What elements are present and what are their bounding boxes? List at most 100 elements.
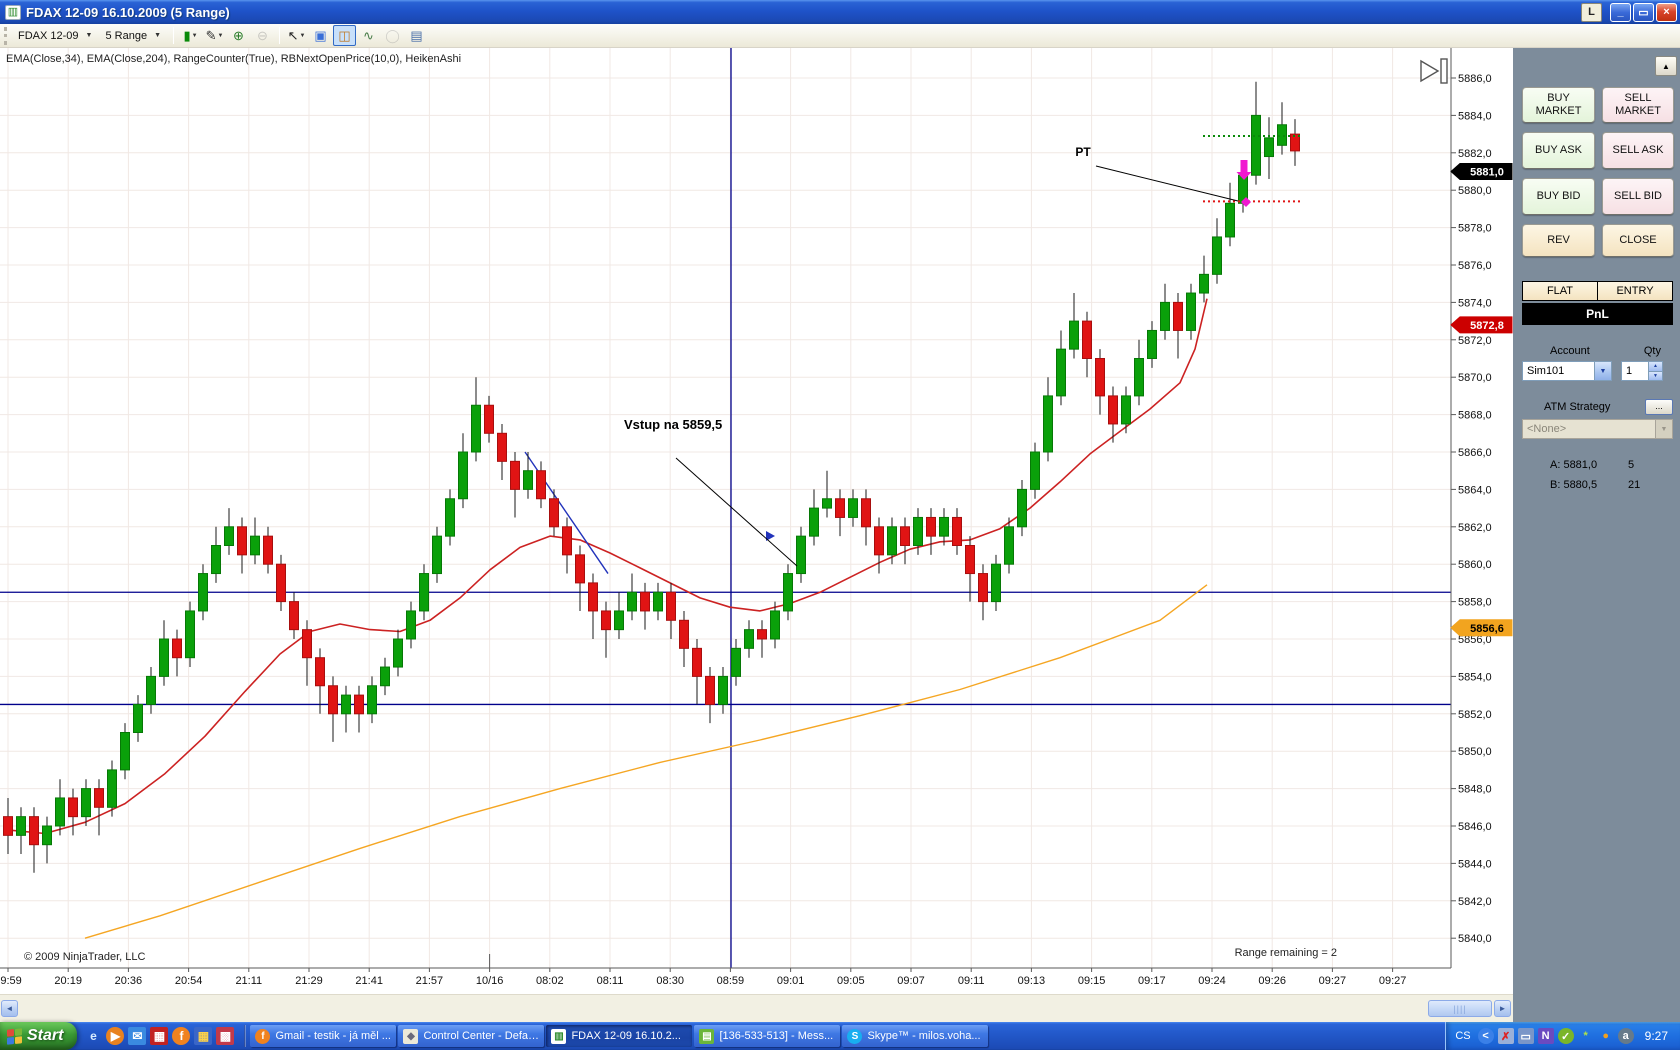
chart-style-icon[interactable]: ▮ ▼ xyxy=(179,25,202,46)
price-tag-label: 5856,6 xyxy=(1470,623,1504,635)
cursor-icon[interactable]: ↖ ▼ xyxy=(285,25,308,46)
entry-tab[interactable]: ENTRY xyxy=(1597,282,1672,300)
zoom-out-icon[interactable]: ⊖ xyxy=(251,25,274,46)
candle-down xyxy=(705,675,715,705)
candle-up xyxy=(458,451,468,500)
instrument-label: FDAX 12-09 xyxy=(18,29,79,42)
reload-icon[interactable]: ◯ xyxy=(381,25,404,46)
qty-value: 1 xyxy=(1626,365,1633,377)
scrollbar-thumb[interactable]: |||| xyxy=(1428,1000,1492,1017)
time-axis-label: 21:57 xyxy=(416,975,444,987)
minimize-button[interactable]: _ xyxy=(1610,2,1631,22)
buy-market-button[interactable]: BUY MARKET xyxy=(1522,87,1595,123)
reload-icon: ◯ xyxy=(385,27,400,43)
network-offline-icon[interactable]: ✗ xyxy=(1497,1028,1514,1044)
bid-row: B: 5880,5 21 xyxy=(1522,479,1673,491)
candle-up xyxy=(146,675,156,705)
sphere-icon[interactable]: a xyxy=(1617,1028,1634,1044)
time-axis-label: 09:27 xyxy=(1379,975,1407,987)
start-button[interactable]: Start xyxy=(0,1022,78,1050)
candle-down xyxy=(1095,358,1105,397)
scroll-left-button[interactable]: ◄ xyxy=(1,1000,18,1017)
data-box-icon[interactable]: ▣ xyxy=(309,25,332,46)
candle-up xyxy=(653,591,663,612)
candle-down xyxy=(640,591,650,612)
ie-icon[interactable]: e xyxy=(84,1027,102,1045)
toolbar-grip[interactable] xyxy=(4,26,7,45)
panel-scroll-up-button[interactable]: ▲ xyxy=(1655,56,1677,76)
candle-down xyxy=(497,432,507,462)
time-axis-label: 08:02 xyxy=(536,975,564,987)
restore-button[interactable]: ▭ xyxy=(1633,2,1654,22)
sell-ask-button[interactable]: SELL ASK xyxy=(1602,132,1674,169)
atm-strategy-row: ATM Strategy ... xyxy=(1522,399,1673,415)
time-axis-label: 08:59 xyxy=(717,975,745,987)
zoom-in-icon[interactable]: ⊕ xyxy=(227,25,250,46)
chart-trader-icon[interactable]: ◫ xyxy=(333,25,356,46)
green-star-icon[interactable]: * xyxy=(1578,1028,1594,1044)
task-label: Control Center - Default xyxy=(423,1030,540,1042)
candle-up xyxy=(224,526,234,546)
language-indicator[interactable]: CS xyxy=(1455,1030,1470,1042)
spin-down-icon[interactable]: ▼ xyxy=(1648,370,1662,380)
draw-tool-icon[interactable]: ✎ ▼ xyxy=(203,25,226,46)
candle-up xyxy=(809,507,819,537)
buy-bid-button[interactable]: BUY BID xyxy=(1522,178,1595,215)
save-icon[interactable]: ▦ xyxy=(150,1027,169,1045)
instrument-dropdown[interactable]: FDAX 12-09 ▼ xyxy=(13,27,99,45)
cz-app-icon[interactable]: ▩ xyxy=(216,1027,235,1045)
time-axis-label: 09:15 xyxy=(1078,975,1106,987)
chart-canvas[interactable]: PT Vstup na 5859,5 5886,0 5884,0 5882,0 5880,… xyxy=(0,48,1513,994)
reverse-button[interactable]: REV xyxy=(1522,224,1595,257)
draw-tool-icon: ✎ xyxy=(205,27,217,43)
candle-up xyxy=(1251,114,1261,176)
buy-ask-button[interactable]: BUY ASK xyxy=(1522,132,1595,169)
task-skype[interactable]: S Skype™ - milos.voha... xyxy=(842,1025,989,1047)
mini-chart-icon[interactable]: ∿ xyxy=(357,25,380,46)
copyright-label: © 2009 NinjaTrader, LLC xyxy=(24,951,145,963)
price-axis-label: 5858,0 xyxy=(1458,597,1492,609)
price-axis-label: 5874,0 xyxy=(1458,297,1492,309)
firefox-icon[interactable]: f xyxy=(172,1027,191,1045)
shield-check-icon[interactable]: ✓ xyxy=(1557,1028,1574,1044)
candle-up xyxy=(731,647,741,677)
candle-up xyxy=(744,629,754,649)
candle-down xyxy=(965,545,975,575)
commander-icon[interactable]: ▦ xyxy=(194,1027,213,1045)
task-control-center[interactable]: ◆ Control Center - Default xyxy=(398,1025,545,1047)
spin-up-icon[interactable]: ▲ xyxy=(1648,362,1662,371)
properties-icon[interactable]: ▤ xyxy=(405,25,428,46)
orange-ball-icon[interactable]: ● xyxy=(1598,1028,1614,1044)
mail-icon[interactable]: ✉ xyxy=(128,1027,147,1045)
tray-icons: < ✗ ▭ N ✓ * ● a xyxy=(1477,1028,1634,1044)
candle-up xyxy=(523,470,533,490)
toolbar-separator xyxy=(173,27,174,44)
time-axis-label: 20:19 xyxy=(54,975,82,987)
atm-options-button[interactable]: ... xyxy=(1645,399,1673,415)
tray-chevron-icon[interactable]: < xyxy=(1477,1028,1494,1044)
price-axis-label: 5842,0 xyxy=(1458,896,1492,908)
l-button[interactable]: L xyxy=(1581,2,1602,22)
quantity-stepper[interactable]: 1 ▲ ▼ xyxy=(1621,361,1663,381)
candle-down xyxy=(237,526,247,556)
task-messenger[interactable]: ▤ [136-533-513] - Mess... xyxy=(694,1025,841,1047)
bid-size: 21 xyxy=(1628,479,1641,491)
ask-price: A: 5881,0 xyxy=(1550,459,1598,471)
atm-strategy-select[interactable]: <None> ▼ xyxy=(1522,419,1673,439)
sell-market-button[interactable]: SELL MARKET xyxy=(1602,87,1674,123)
task-gmail[interactable]: f Gmail - testik - já měl ... xyxy=(250,1025,397,1047)
network-icon[interactable]: ▭ xyxy=(1517,1028,1534,1044)
account-select[interactable]: Sim101 ▼ xyxy=(1522,361,1612,381)
interval-dropdown[interactable]: 5 Range ▼ xyxy=(100,27,168,45)
app-purple-icon[interactable]: N xyxy=(1537,1028,1554,1044)
close-button[interactable]: × xyxy=(1656,2,1677,22)
flat-tab[interactable]: FLAT xyxy=(1523,282,1597,300)
close-position-button[interactable]: CLOSE xyxy=(1602,224,1674,257)
sell-bid-button[interactable]: SELL BID xyxy=(1602,178,1674,215)
chevron-down-icon[interactable]: ▼ xyxy=(1594,362,1611,380)
candle-down xyxy=(29,816,39,846)
scroll-right-button[interactable]: ► xyxy=(1494,1000,1511,1017)
task-fdax-chart[interactable]: ▥ FDAX 12-09 16.10.2... xyxy=(546,1025,693,1047)
media-player-icon[interactable]: ▶ xyxy=(106,1027,125,1045)
candle-down xyxy=(68,797,78,818)
